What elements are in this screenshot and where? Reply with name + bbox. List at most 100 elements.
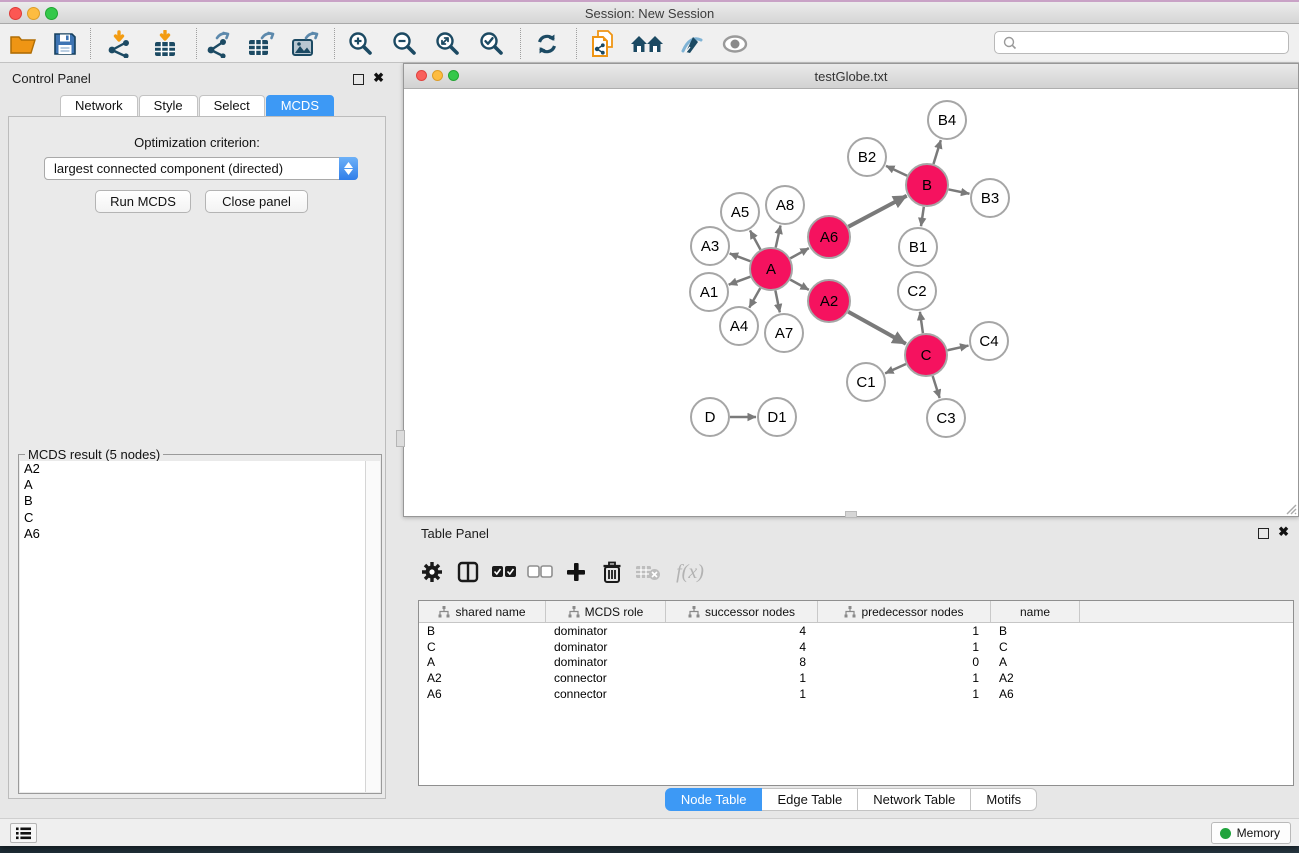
task-history-button[interactable] bbox=[10, 823, 37, 843]
mcds-result-item-b[interactable]: B bbox=[20, 493, 366, 509]
zoom-in-button[interactable] bbox=[344, 28, 378, 59]
table-row-b[interactable]: Bdominator41B bbox=[419, 623, 1293, 639]
graph-edge-A-A1[interactable] bbox=[729, 277, 751, 285]
save-session-button[interactable] bbox=[48, 28, 82, 59]
search-field[interactable] bbox=[994, 31, 1289, 54]
table-panel-float-icon[interactable] bbox=[1258, 528, 1269, 539]
tab-mcds[interactable]: MCDS bbox=[266, 95, 334, 117]
zoom-out-button[interactable] bbox=[388, 28, 422, 59]
table-row-c[interactable]: Cdominator41C bbox=[419, 639, 1293, 655]
column-header-predecessor-nodes[interactable]: predecessor nodes bbox=[818, 601, 991, 622]
resize-grip-icon[interactable] bbox=[1283, 501, 1297, 515]
graph-edge-A-A5[interactable] bbox=[750, 230, 760, 249]
delete-table-button[interactable] bbox=[633, 557, 663, 587]
table-cell[interactable]: A6 bbox=[991, 687, 1080, 701]
table-cell[interactable]: B bbox=[991, 624, 1080, 638]
table-row-a[interactable]: Adominator80A bbox=[419, 655, 1293, 671]
table-cell[interactable]: connector bbox=[546, 687, 666, 701]
table-cell[interactable]: B bbox=[419, 624, 546, 638]
close-panel-icon[interactable]: ✖ bbox=[373, 70, 384, 86]
zoom-fit-button[interactable] bbox=[431, 28, 465, 59]
graph-node-A4[interactable]: A4 bbox=[720, 307, 758, 345]
tab-style[interactable]: Style bbox=[139, 95, 198, 117]
graph-edge-C-C2[interactable] bbox=[920, 312, 923, 333]
graph-node-C4[interactable]: C4 bbox=[970, 322, 1008, 360]
export-image-button[interactable] bbox=[288, 28, 322, 59]
graph-node-A8[interactable]: A8 bbox=[766, 186, 804, 224]
table-cell[interactable]: dominator bbox=[546, 655, 666, 669]
column-header-name[interactable]: name bbox=[991, 601, 1080, 622]
mcds-result-item-a[interactable]: A bbox=[20, 477, 366, 493]
table-cell[interactable]: 1 bbox=[666, 671, 818, 685]
graph-node-D1[interactable]: D1 bbox=[758, 398, 796, 436]
delete-column-button[interactable] bbox=[597, 557, 627, 587]
graph-edge-C-C3[interactable] bbox=[933, 376, 940, 398]
table-cell[interactable]: 4 bbox=[666, 640, 818, 654]
graph-edge-A-A8[interactable] bbox=[776, 226, 781, 248]
graph-edge-A-A7[interactable] bbox=[775, 291, 779, 313]
graph-node-A5[interactable]: A5 bbox=[721, 193, 759, 231]
graph-edge-A-A3[interactable] bbox=[730, 253, 751, 261]
table-cell[interactable]: A2 bbox=[991, 671, 1080, 685]
table-row-a6[interactable]: A6connector11A6 bbox=[419, 686, 1293, 702]
network-from-file-button[interactable] bbox=[586, 28, 620, 59]
graph-node-A7[interactable]: A7 bbox=[765, 314, 803, 352]
table-cell[interactable]: A bbox=[991, 655, 1080, 669]
window-titlebar[interactable]: Session: New Session bbox=[0, 0, 1299, 24]
tab-select[interactable]: Select bbox=[199, 95, 265, 117]
table-cell[interactable]: C bbox=[991, 640, 1080, 654]
graph-edge-A-A2[interactable] bbox=[790, 280, 809, 290]
vertical-split-handle[interactable] bbox=[396, 430, 405, 447]
show-hide-button[interactable] bbox=[718, 28, 752, 59]
column-header-MCDS-role[interactable]: MCDS role bbox=[546, 601, 666, 622]
graph-node-A2[interactable]: A2 bbox=[808, 280, 850, 322]
memory-button[interactable]: Memory bbox=[1211, 822, 1291, 844]
mcds-result-item-c[interactable]: C bbox=[20, 510, 366, 526]
table-cell[interactable]: A bbox=[419, 655, 546, 669]
table-cell[interactable]: dominator bbox=[546, 640, 666, 654]
graph-edge-B-B4[interactable] bbox=[933, 140, 940, 164]
run-mcds-button[interactable]: Run MCDS bbox=[95, 190, 191, 213]
function-builder-button[interactable]: f(x) bbox=[669, 557, 711, 587]
mcds-list-scrollbar[interactable] bbox=[365, 461, 380, 792]
column-header-successor-nodes[interactable]: successor nodes bbox=[666, 601, 818, 622]
table-cell[interactable]: 8 bbox=[666, 655, 818, 669]
network-canvas[interactable]: B4B2BB3A5A8A6B1A3AA1C2A2A4A7C4CC1C3DD1 bbox=[404, 89, 1298, 516]
graph-edge-A-A4[interactable] bbox=[749, 288, 760, 308]
table-cell[interactable]: 1 bbox=[666, 687, 818, 701]
float-panel-icon[interactable] bbox=[353, 74, 364, 85]
mcds-result-item-a6[interactable]: A6 bbox=[20, 526, 366, 542]
table-cell[interactable]: 1 bbox=[818, 624, 991, 638]
add-column-button[interactable] bbox=[561, 557, 591, 587]
horizontal-split-handle[interactable] bbox=[845, 511, 857, 518]
mcds-result-item-a2[interactable]: A2 bbox=[20, 461, 366, 477]
table-cell[interactable]: 0 bbox=[818, 655, 991, 669]
table-cell[interactable]: A2 bbox=[419, 671, 546, 685]
tab-motifs[interactable]: Motifs bbox=[971, 788, 1037, 811]
table-cell[interactable]: connector bbox=[546, 671, 666, 685]
graph-node-C[interactable]: C bbox=[905, 334, 947, 376]
graph-node-B1[interactable]: B1 bbox=[899, 228, 937, 266]
open-session-button[interactable] bbox=[6, 28, 40, 59]
show-columns-button[interactable] bbox=[453, 557, 483, 587]
graph-node-D[interactable]: D bbox=[691, 398, 729, 436]
graph-edge-A2-C[interactable] bbox=[848, 312, 906, 344]
home-button[interactable] bbox=[630, 28, 664, 59]
graph-edge-B-B2[interactable] bbox=[886, 166, 907, 176]
table-row-a2[interactable]: A2connector11A2 bbox=[419, 670, 1293, 686]
graph-edge-B-B1[interactable] bbox=[921, 207, 924, 226]
graph-node-C2[interactable]: C2 bbox=[898, 272, 936, 310]
column-header-shared-name[interactable]: shared name bbox=[419, 601, 546, 622]
zoom-selected-button[interactable] bbox=[475, 28, 509, 59]
import-table-button[interactable] bbox=[148, 28, 182, 59]
table-cell[interactable]: C bbox=[419, 640, 546, 654]
graph-node-A3[interactable]: A3 bbox=[691, 227, 729, 265]
tab-network[interactable]: Network bbox=[60, 95, 138, 117]
table-cell[interactable]: 1 bbox=[818, 671, 991, 685]
graphics-details-button[interactable] bbox=[674, 28, 708, 59]
graph-edge-A-A6[interactable] bbox=[790, 248, 809, 258]
graph-node-C1[interactable]: C1 bbox=[847, 363, 885, 401]
graph-node-B2[interactable]: B2 bbox=[848, 138, 886, 176]
graph-edge-C-C1[interactable] bbox=[885, 364, 906, 373]
graph-node-B3[interactable]: B3 bbox=[971, 179, 1009, 217]
